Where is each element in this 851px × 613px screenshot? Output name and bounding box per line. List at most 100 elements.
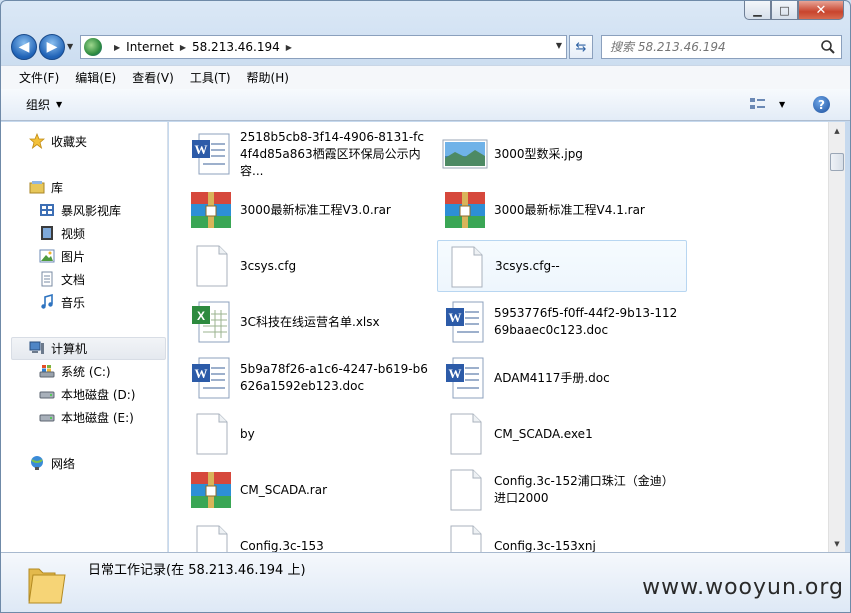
menu-tools[interactable]: 工具(T) bbox=[182, 69, 239, 86]
search-icon[interactable] bbox=[820, 39, 836, 55]
menu-bar: 文件(F) 编辑(E) 查看(V) 工具(T) 帮助(H) bbox=[1, 65, 850, 89]
blank-file-icon bbox=[450, 413, 482, 455]
nav-item-documents[interactable]: 文档 bbox=[39, 269, 85, 289]
refresh-button[interactable]: ⇆ bbox=[569, 35, 593, 59]
nav-item-baofeng[interactable]: 暴风影视库 bbox=[39, 200, 121, 220]
view-options-chevron-icon[interactable]: ▼ bbox=[779, 100, 785, 109]
help-button[interactable]: ? bbox=[813, 96, 830, 113]
view-tiles-icon bbox=[750, 98, 765, 109]
file-item[interactable]: W 5b9a78f26-a1c6-4247-b619-b6626a1592eb1… bbox=[169, 350, 428, 406]
file-item[interactable]: X 3C科技在线运营名单.xlsx bbox=[169, 294, 417, 350]
blank-file-icon bbox=[196, 525, 228, 552]
file-item[interactable]: Config.3c-152浦口珠江（金迪）进口2000 bbox=[423, 462, 674, 518]
nav-item-pictures[interactable]: 图片 bbox=[39, 246, 85, 266]
documents-icon bbox=[41, 271, 53, 287]
caption-buttons: ▁ □ ✕ bbox=[744, 1, 844, 20]
svg-text:W: W bbox=[195, 366, 208, 381]
scrollbar-thumb[interactable] bbox=[830, 153, 844, 171]
hard-drive-icon bbox=[39, 391, 55, 399]
nav-network[interactable]: 网络 bbox=[29, 453, 75, 473]
recent-pages-dropdown[interactable]: ▼ bbox=[67, 42, 73, 51]
nav-item-videos[interactable]: 视频 bbox=[39, 223, 85, 243]
address-dropdown-icon[interactable]: ▼ bbox=[556, 41, 562, 50]
word-doc-icon: W bbox=[192, 133, 230, 175]
nav-favorites[interactable]: 收藏夹 bbox=[29, 131, 87, 151]
address-bar[interactable]: ▶ Internet ▶ 58.213.46.194 ▶ ▼ bbox=[80, 35, 567, 59]
file-list: W 2518b5cb8-3f14-4906-8131-fc4f4d85a863栖… bbox=[169, 122, 828, 552]
file-item[interactable]: 3000最新标准工程V4.1.rar bbox=[423, 182, 671, 238]
refresh-icon: ⇆ bbox=[575, 39, 587, 55]
file-name: CM_SCADA.rar bbox=[240, 482, 327, 497]
nav-library[interactable]: 库 bbox=[29, 177, 63, 197]
file-item[interactable]: CM_SCADA.rar bbox=[169, 462, 417, 518]
winrar-archive-icon bbox=[191, 472, 231, 508]
close-button[interactable]: ✕ bbox=[798, 1, 844, 20]
file-item[interactable]: Config.3c-153 bbox=[169, 518, 417, 552]
details-pane: 日常工作记录(在 58.213.46.194 上) www.wooyun.org bbox=[1, 552, 850, 612]
menu-file[interactable]: 文件(F) bbox=[11, 69, 67, 86]
command-bar: 组织 ▼ ▼ ? bbox=[1, 89, 850, 121]
file-name: 2518b5cb8-3f14-4906-8131-fc4f4d85a863栖霞区… bbox=[240, 129, 424, 178]
file-item[interactable]: W ADAM4117手册.doc bbox=[423, 350, 671, 406]
change-view-button[interactable]: ▼ bbox=[749, 96, 785, 112]
file-item[interactable]: CM_SCADA.exe1 bbox=[423, 406, 671, 462]
vertical-scrollbar[interactable]: ▲ ▼ bbox=[828, 122, 845, 552]
library-icon bbox=[29, 181, 45, 194]
file-item[interactable]: 3000最新标准工程V3.0.rar bbox=[169, 182, 417, 238]
nav-computer[interactable]: 计算机 bbox=[29, 338, 87, 358]
breadcrumb-host[interactable]: 58.213.46.194 bbox=[192, 40, 280, 54]
nav-library-label: 库 bbox=[51, 180, 64, 195]
help-icon: ? bbox=[818, 97, 825, 112]
forward-button[interactable]: ▶ bbox=[39, 34, 65, 60]
scroll-up-icon[interactable]: ▲ bbox=[829, 122, 845, 139]
excel-sheet-icon: X bbox=[192, 301, 230, 343]
nav-computer-label: 计算机 bbox=[51, 341, 88, 356]
nav-item-music[interactable]: 音乐 bbox=[39, 292, 85, 312]
svg-text:W: W bbox=[449, 366, 462, 381]
file-item[interactable]: Config.3c-153xnj bbox=[423, 518, 671, 552]
nav-drive-label: 本地磁盘 (E:) bbox=[61, 410, 134, 425]
menu-edit[interactable]: 编辑(E) bbox=[67, 69, 124, 86]
file-name: 3csys.cfg bbox=[240, 258, 297, 273]
breadcrumb-separator-icon[interactable]: ▶ bbox=[114, 43, 120, 52]
pictures-icon bbox=[39, 249, 55, 263]
search-input[interactable] bbox=[610, 40, 820, 54]
breadcrumb-separator-icon[interactable]: ▶ bbox=[180, 43, 186, 52]
file-item[interactable]: 3000型数采.jpg bbox=[423, 126, 671, 182]
menu-help[interactable]: 帮助(H) bbox=[239, 69, 297, 86]
file-item[interactable]: W 5953776f5-f0ff-44f2-9b13-11269baaec0c1… bbox=[423, 294, 677, 350]
video-icon bbox=[41, 226, 53, 240]
forward-arrow-icon: ▶ bbox=[46, 39, 58, 55]
nav-favorites-label: 收藏夹 bbox=[51, 134, 88, 149]
file-item[interactable]: 3csys.cfg bbox=[169, 238, 417, 294]
nav-drive-c[interactable]: 系统 (C:) bbox=[39, 361, 111, 381]
winrar-archive-icon bbox=[191, 192, 231, 228]
blank-file-icon bbox=[451, 246, 483, 288]
file-item[interactable]: by bbox=[169, 406, 417, 462]
media-library-icon bbox=[40, 204, 54, 216]
back-button[interactable]: ◀ bbox=[11, 34, 37, 60]
breadcrumb-internet[interactable]: Internet bbox=[126, 40, 174, 54]
scroll-down-icon[interactable]: ▼ bbox=[829, 535, 845, 552]
nav-item-label: 图片 bbox=[61, 249, 86, 264]
nav-drive-label: 本地磁盘 (D:) bbox=[61, 387, 136, 402]
file-name: Config.3c-153 bbox=[240, 538, 324, 553]
nav-network-label: 网络 bbox=[51, 456, 76, 471]
computer-icon bbox=[29, 341, 44, 354]
organize-button[interactable]: 组织 ▼ bbox=[26, 96, 62, 113]
menu-view[interactable]: 查看(V) bbox=[124, 69, 182, 86]
search-box[interactable] bbox=[601, 35, 842, 59]
file-name: 5b9a78f26-a1c6-4247-b619-b6626a1592eb123… bbox=[240, 362, 428, 393]
maximize-button[interactable]: □ bbox=[771, 1, 798, 20]
nav-item-label: 音乐 bbox=[61, 295, 86, 310]
nav-drive-e[interactable]: 本地磁盘 (E:) bbox=[39, 407, 134, 427]
file-item-hovered[interactable]: 3csys.cfg-- bbox=[437, 240, 687, 292]
file-item[interactable]: W 2518b5cb8-3f14-4906-8131-fc4f4d85a863栖… bbox=[169, 126, 424, 182]
nav-drive-d[interactable]: 本地磁盘 (D:) bbox=[39, 384, 135, 404]
breadcrumb-separator-icon[interactable]: ▶ bbox=[286, 43, 292, 52]
nav-drive-label: 系统 (C:) bbox=[61, 364, 111, 379]
file-name: ADAM4117手册.doc bbox=[494, 370, 610, 385]
minimize-button[interactable]: ▁ bbox=[744, 1, 771, 20]
word-doc-icon: W bbox=[446, 301, 484, 343]
star-icon bbox=[29, 133, 45, 149]
